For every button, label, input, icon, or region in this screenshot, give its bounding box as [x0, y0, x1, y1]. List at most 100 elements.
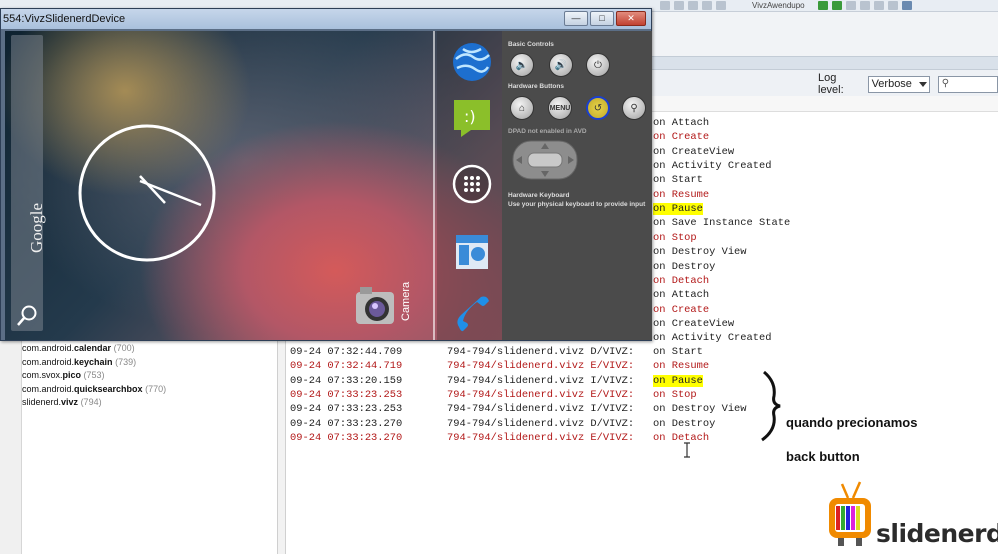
logcat-column-header [652, 96, 998, 112]
log-line: on Stop [653, 231, 697, 245]
run-config-tab[interactable]: VivzAwendupo [752, 0, 805, 11]
dpad-control[interactable] [512, 138, 578, 182]
run-icon[interactable] [818, 1, 828, 10]
toolbar-button[interactable] [702, 1, 712, 10]
annotation-text: quando precionamos back button [786, 397, 917, 482]
log-message: on Stop [653, 389, 697, 402]
google-search-bar[interactable] [11, 35, 43, 331]
toolbar-button[interactable] [888, 1, 898, 10]
process-pid: (753) [83, 370, 105, 380]
volume-up-button[interactable]: 🔊 [549, 53, 573, 77]
toolbar-button[interactable] [874, 1, 884, 10]
camera-app-icon[interactable] [354, 284, 396, 330]
ide-editor-tabs [652, 12, 998, 56]
basic-controls-title: Basic Controls [508, 41, 554, 48]
phone-icon[interactable] [451, 293, 493, 335]
log-line: on Destroy [653, 260, 715, 274]
process-pid: (794) [80, 397, 102, 407]
log-source: 794-794/slidenerd.vivz E/VIVZ: [447, 432, 635, 445]
logcat-filter-bar: Log level: Verbose ⚲ [818, 72, 998, 96]
annotation-brace [761, 370, 781, 442]
log-line: on Pause [653, 202, 703, 216]
debug-icon[interactable] [832, 1, 842, 10]
svg-text::): :) [464, 107, 476, 126]
process-row[interactable]: slidenerd.vivz (794) [22, 396, 277, 410]
slidenerd-wordmark: slidenerd [876, 519, 998, 548]
power-button[interactable]: ⏻ [586, 53, 610, 77]
log-message: on CreateView [653, 145, 735, 158]
slidenerd-tv-logo [829, 481, 871, 546]
process-package-prefix: slidenerd. [22, 397, 62, 407]
log-source: 794-794/slidenerd.vivz D/VIVZ: [447, 417, 635, 430]
process-package-name: keychain [74, 356, 113, 367]
pane-divider[interactable] [278, 340, 286, 554]
search-button[interactable]: ⚲ [622, 96, 646, 120]
toolbar-button[interactable] [674, 1, 684, 10]
contacts-icon[interactable] [451, 231, 493, 273]
log-message: on CreateView [653, 317, 735, 330]
log-message: on Start [653, 174, 703, 187]
process-pid: (700) [113, 343, 135, 353]
device-screen[interactable]: Google Camera :) [5, 31, 502, 340]
maximize-button[interactable]: □ [590, 11, 614, 26]
home-icon: ⌂ [518, 102, 526, 114]
toolbar-button[interactable] [846, 1, 856, 10]
messaging-icon[interactable]: :) [451, 96, 493, 138]
minimize-button[interactable]: — [564, 11, 588, 26]
dock-divider [433, 31, 435, 340]
log-message: on Create [653, 131, 710, 144]
log-level-label: Log level: [818, 72, 844, 96]
log-row: 09-24 07:32:44.719 794-794/slidenerd.vivz… [290, 359, 709, 373]
log-message: on Destroy [653, 417, 716, 430]
hardware-buttons-title: Hardware Buttons [508, 83, 564, 90]
log-time: 09-24 07:33:23.253 [290, 403, 403, 416]
search-icon[interactable] [15, 303, 39, 329]
back-icon: ↺ [593, 102, 603, 114]
hardware-keyboard-note: Use your physical keyboard to provide in… [508, 201, 646, 208]
log-row: 09-24 07:33:23.270 794-794/slidenerd.vivz… [290, 431, 709, 445]
home-button[interactable]: ⌂ [510, 96, 534, 120]
annotation-line-2: back button [786, 449, 860, 464]
log-time: 09-24 07:32:44.719 [290, 360, 403, 373]
analog-clock-widget[interactable] [75, 121, 219, 265]
log-search-input[interactable]: ⚲ [937, 75, 998, 93]
process-pid: (739) [115, 356, 137, 367]
menu-button[interactable]: MENU [548, 96, 572, 120]
log-line: on Destroy View [653, 245, 747, 259]
log-message: on Create [653, 303, 710, 316]
process-package-name: quicksearchbox [74, 383, 143, 394]
process-row[interactable]: com.svox.pico (753) [22, 369, 277, 383]
log-source: 794-794/slidenerd.vivz E/VIVZ: [447, 360, 635, 373]
emulator-title-bar[interactable]: 554:VivzSlidenerdDevice [1, 9, 651, 29]
emulator-title: 554:VivzSlidenerdDevice [3, 13, 126, 25]
emulator-window: 554:VivzSlidenerdDevice — □ ✕ Google Cam… [0, 8, 652, 341]
log-source: 794-794/slidenerd.vivz E/VIVZ: [447, 389, 635, 402]
log-message: on Activity Created [653, 332, 772, 345]
back-button[interactable]: ↺ [586, 96, 610, 120]
close-button[interactable]: ✕ [616, 11, 646, 26]
power-icon: ⏻ [594, 59, 602, 71]
log-source: 794-794/slidenerd.vivz I/VIVZ: [447, 374, 635, 387]
process-row[interactable]: com.android.calendar (700) [22, 342, 277, 356]
volume-down-button[interactable]: 🔈 [510, 53, 534, 77]
log-message: on Resume [653, 360, 710, 373]
browser-icon[interactable] [451, 41, 493, 83]
text-cursor-icon [684, 442, 690, 458]
toolbar-button[interactable] [688, 1, 698, 10]
window-controls: — □ ✕ [564, 11, 646, 26]
toolbar-button[interactable] [860, 1, 870, 10]
toolbar-button[interactable] [716, 1, 726, 10]
toolbar-button[interactable] [660, 1, 670, 10]
log-time: 09-24 07:33:23.270 [290, 417, 403, 430]
camera-app-label: Camera [400, 281, 412, 321]
app-drawer-icon[interactable] [451, 163, 493, 205]
log-line: on CreateView [653, 317, 734, 331]
sdk-manager-icon[interactable] [902, 1, 912, 10]
log-level-select[interactable]: Verbose [867, 75, 930, 93]
process-row[interactable]: com.android.quicksearchbox (770) [22, 383, 277, 397]
log-line: on Attach [653, 116, 709, 130]
process-row[interactable]: com.android.keychain (739) [22, 356, 277, 370]
google-search-label: Google [27, 202, 46, 253]
log-time: 09-24 07:33:20.159 [290, 374, 403, 387]
emulator-controls-panel: Basic Controls 🔈 🔊 ⏻ Hardware Buttons ⌂ … [502, 31, 652, 340]
